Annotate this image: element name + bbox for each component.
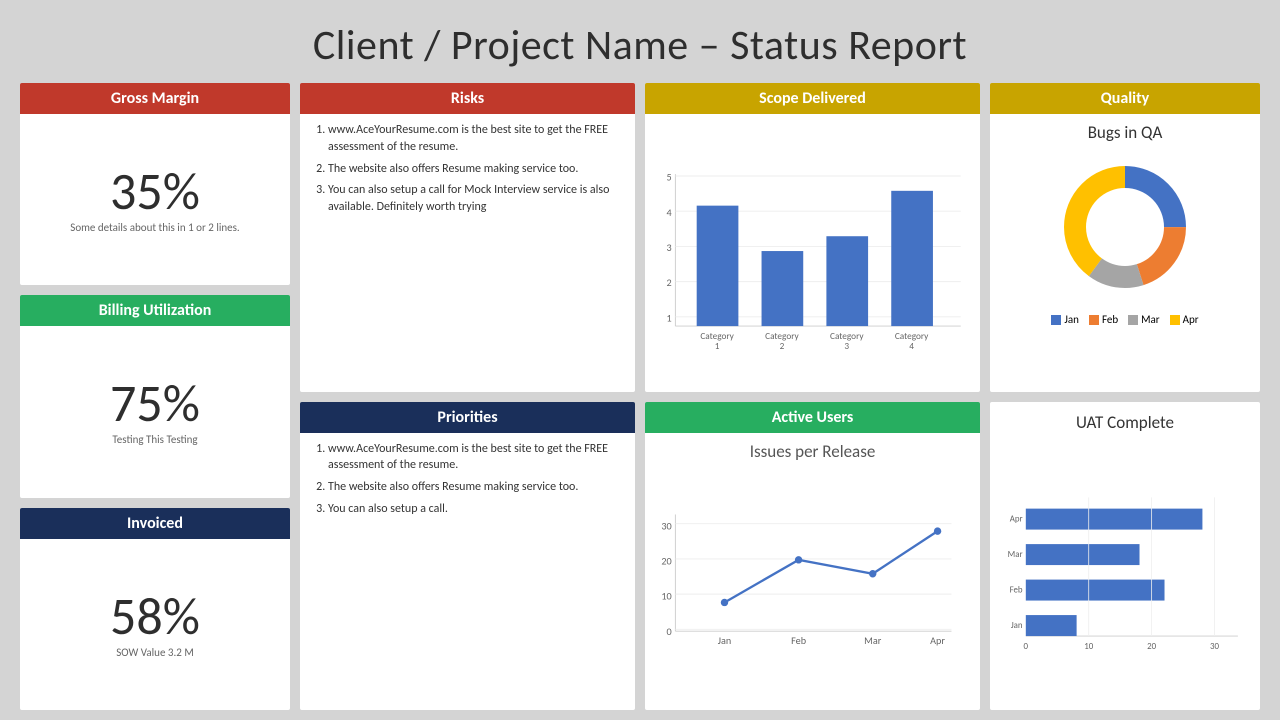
uat-bar-chart: Apr Mar Feb Jan 0: [1000, 439, 1250, 704]
legend-mar-dot: [1128, 315, 1138, 325]
priority-item-1: www.AceYourResume.com is the best site t…: [328, 441, 623, 475]
invoiced-header: Invoiced: [20, 508, 290, 539]
svg-text:Apr: Apr: [1010, 514, 1023, 524]
legend-jan: Jan: [1051, 313, 1079, 326]
gross-margin-detail: Some details about this in 1 or 2 lines.: [70, 221, 239, 234]
left-column: Gross Margin 35% Some details about this…: [20, 83, 290, 710]
quality-body: Bugs in QA Jan: [990, 114, 1260, 392]
svg-text:Jan: Jan: [718, 634, 731, 647]
billing-header: Billing Utilization: [20, 295, 290, 326]
billing-card: Billing Utilization 75% Testing This Tes…: [20, 295, 290, 497]
invoiced-body: 58% SOW Value 3.2 M: [20, 539, 290, 710]
priorities-body: www.AceYourResume.com is the best site t…: [300, 433, 635, 711]
gross-margin-card: Gross Margin 35% Some details about this…: [20, 83, 290, 285]
svg-text:3: 3: [667, 241, 672, 254]
svg-text:1: 1: [715, 341, 720, 352]
risks-header: Risks: [300, 83, 635, 114]
invoiced-detail: SOW Value 3.2 M: [116, 646, 193, 659]
svg-text:4: 4: [909, 341, 914, 352]
risks-body: www.AceYourResume.com is the best site t…: [300, 114, 635, 392]
billing-value: 75%: [110, 377, 200, 429]
svg-text:30: 30: [661, 519, 671, 532]
legend-apr: Apr: [1170, 313, 1199, 326]
legend-feb-dot: [1089, 315, 1099, 325]
bugs-in-qa-title: Bugs in QA: [1088, 122, 1163, 143]
svg-text:Jan: Jan: [1011, 620, 1023, 630]
priority-item-2: The website also offers Resume making se…: [328, 479, 623, 496]
scope-delivered-body: 5 4 3 2 1: [645, 114, 980, 392]
svg-text:5: 5: [667, 171, 672, 184]
line-chart: 0 10 20 30: [655, 466, 970, 692]
legend-apr-label: Apr: [1183, 313, 1199, 326]
page: Client / Project Name – Status Report Gr…: [0, 0, 1280, 720]
svg-text:Feb: Feb: [791, 634, 806, 647]
legend-jan-dot: [1051, 315, 1061, 325]
svg-text:20: 20: [661, 554, 671, 567]
svg-text:3: 3: [844, 341, 849, 352]
legend-jan-label: Jan: [1064, 313, 1079, 326]
svg-text:0: 0: [667, 624, 672, 637]
risks-panel: Risks www.AceYourResume.com is the best …: [300, 83, 635, 392]
invoiced-value: 58%: [110, 590, 200, 642]
uat-title: UAT Complete: [1000, 412, 1250, 433]
svg-text:0: 0: [1024, 641, 1029, 651]
gross-margin-value: 35%: [110, 165, 200, 217]
svg-text:20: 20: [1147, 641, 1156, 651]
billing-detail: Testing This Testing: [112, 433, 197, 446]
svg-text:Mar: Mar: [1008, 550, 1023, 560]
right-column: Risks www.AceYourResume.com is the best …: [300, 83, 635, 710]
priority-item-3: You can also setup a call.: [328, 501, 623, 518]
gross-margin-header: Gross Margin: [20, 83, 290, 114]
svg-text:Apr: Apr: [930, 634, 945, 647]
active-users-header: Active Users: [645, 402, 980, 433]
risk-item-2: The website also offers Resume making se…: [328, 161, 623, 178]
issues-per-release-title: Issues per Release: [655, 441, 970, 462]
priorities-list: www.AceYourResume.com is the best site t…: [312, 441, 623, 518]
quality-header: Quality: [990, 83, 1260, 114]
scope-delivered-panel: Scope Delivered 5 4 3 2 1: [645, 83, 980, 392]
scope-bar-chart: 5 4 3 2 1: [655, 122, 970, 388]
svg-text:10: 10: [1084, 641, 1093, 651]
page-title: Client / Project Name – Status Report: [20, 10, 1260, 83]
svg-text:2: 2: [780, 341, 785, 352]
donut-legend: Jan Feb Mar Apr: [1051, 313, 1198, 326]
legend-feb: Feb: [1089, 313, 1118, 326]
svg-text:Mar: Mar: [864, 634, 882, 647]
risks-list: www.AceYourResume.com is the best site t…: [312, 122, 623, 216]
legend-feb-label: Feb: [1102, 313, 1118, 326]
risk-item-3: You can also setup a call for Mock Inter…: [328, 182, 623, 216]
quality-panel: Quality Bugs in QA: [990, 83, 1260, 392]
billing-body: 75% Testing This Testing: [20, 326, 290, 497]
dashboard: Gross Margin 35% Some details about this…: [20, 83, 1260, 710]
svg-text:10: 10: [661, 589, 671, 602]
priorities-panel: Priorities www.AceYourResume.com is the …: [300, 402, 635, 711]
svg-text:4: 4: [667, 206, 672, 219]
uat-body: UAT Complete Apr Mar Feb Jan: [990, 402, 1260, 711]
donut-chart: [1045, 147, 1205, 307]
risk-item-1: www.AceYourResume.com is the best site t…: [328, 122, 623, 156]
active-users-body: Issues per Release 0 10 20 30: [645, 433, 980, 711]
invoiced-card: Invoiced 58% SOW Value 3.2 M: [20, 508, 290, 710]
svg-text:30: 30: [1210, 641, 1219, 651]
legend-mar-label: Mar: [1141, 313, 1160, 326]
gross-margin-body: 35% Some details about this in 1 or 2 li…: [20, 114, 290, 285]
uat-panel: UAT Complete Apr Mar Feb Jan: [990, 402, 1260, 711]
scope-delivered-header: Scope Delivered: [645, 83, 980, 114]
active-users-panel: Active Users Issues per Release 0 10 20 …: [645, 402, 980, 711]
legend-mar: Mar: [1128, 313, 1160, 326]
svg-text:2: 2: [667, 276, 672, 289]
svg-text:1: 1: [667, 311, 672, 324]
legend-apr-dot: [1170, 315, 1180, 325]
priorities-header: Priorities: [300, 402, 635, 433]
svg-text:Feb: Feb: [1010, 585, 1023, 595]
